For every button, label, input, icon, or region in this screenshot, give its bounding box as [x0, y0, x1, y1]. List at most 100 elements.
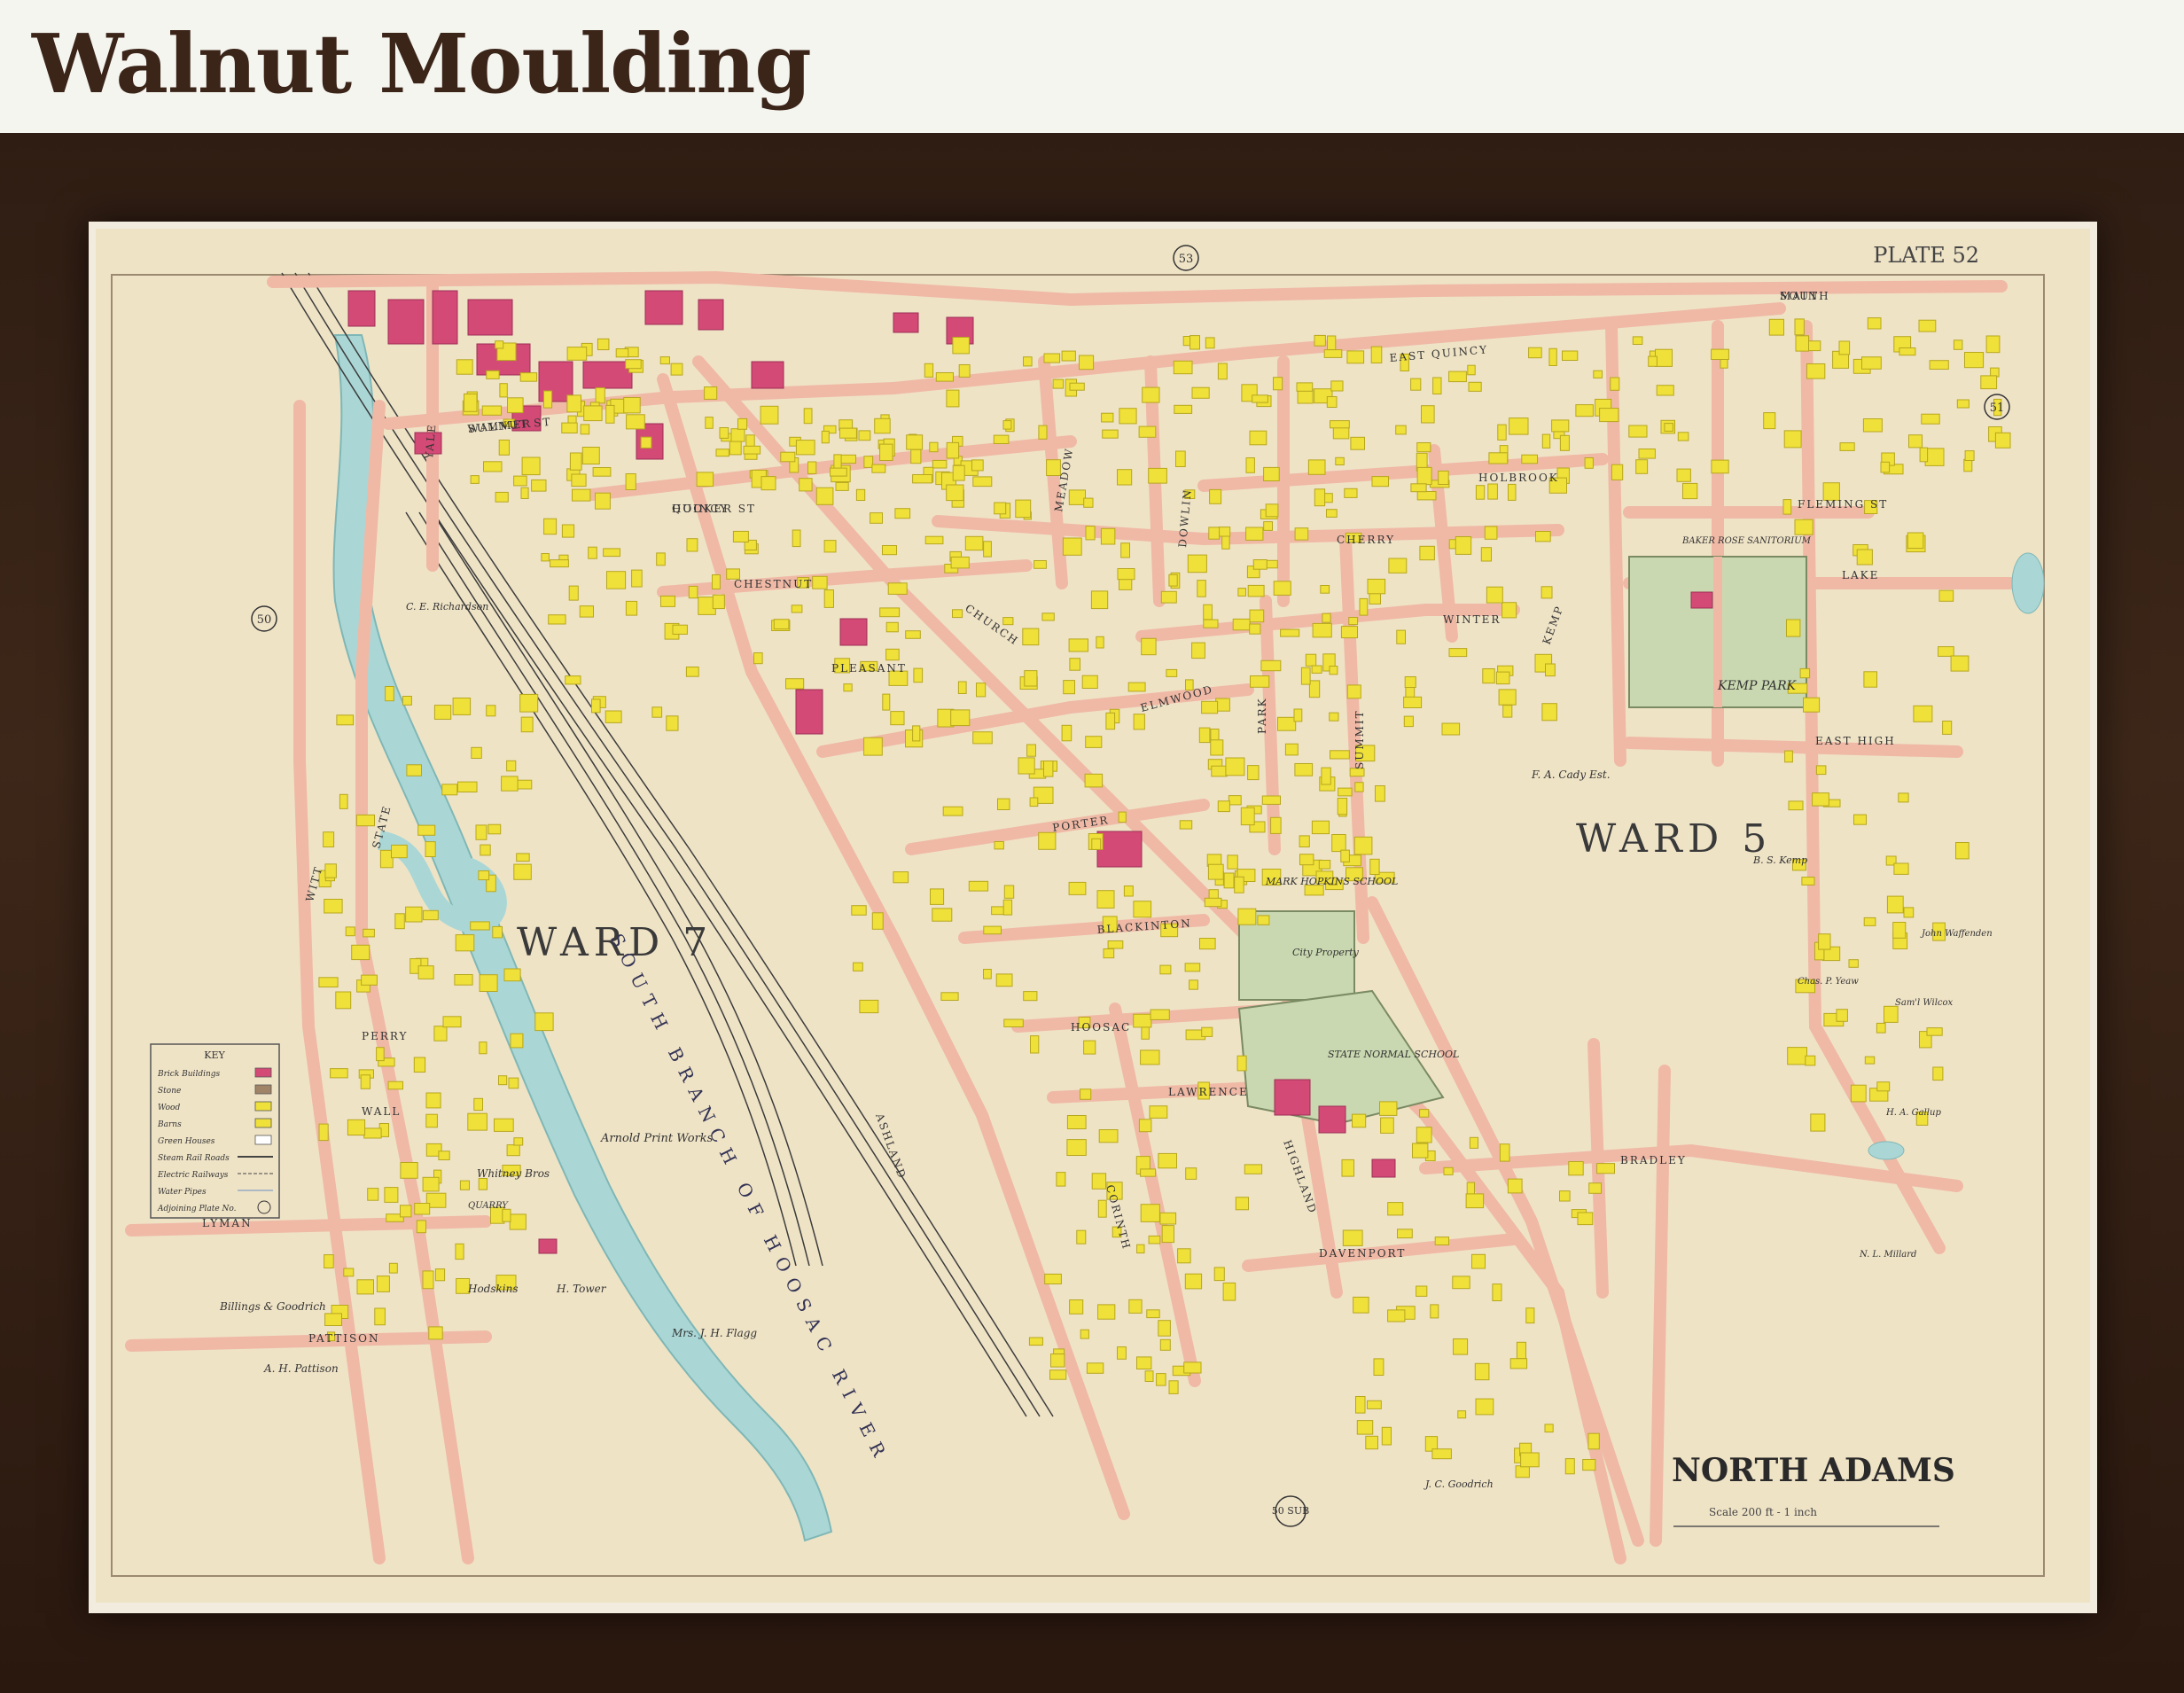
wood-building: [957, 681, 967, 694]
wood-building: [670, 363, 683, 376]
wood-building: [1097, 1304, 1116, 1320]
wood-building: [1217, 363, 1228, 380]
wood-building: [958, 364, 971, 378]
wood-building: [1210, 739, 1224, 756]
key-item-label: Wood: [158, 1104, 180, 1112]
wood-building: [361, 974, 378, 986]
wood-building: [339, 793, 348, 809]
wood-building: [428, 1326, 443, 1340]
wood-building: [1308, 680, 1321, 698]
wood-building: [1344, 488, 1358, 498]
wood-building: [566, 347, 588, 361]
wood-building: [890, 711, 905, 726]
wood-building: [1862, 418, 1883, 433]
wood-building: [1867, 317, 1882, 330]
ward-5-label: WARD 5: [1576, 816, 1772, 862]
wood-building: [591, 698, 601, 714]
wood-building: [1066, 1115, 1087, 1129]
wood-building: [1395, 425, 1407, 435]
wood-building: [1559, 1190, 1571, 1202]
adjoining-plate-51: 51: [1990, 402, 2005, 415]
wood-building: [405, 906, 423, 923]
wood-building: [1682, 482, 1698, 500]
wood-building: [785, 678, 805, 690]
wood-building: [1375, 785, 1385, 802]
wood-building: [400, 1162, 418, 1179]
wood-building: [839, 427, 857, 439]
wood-building: [1136, 1244, 1145, 1254]
wood-building: [1403, 715, 1414, 728]
wood-building: [696, 472, 714, 488]
wood-building: [516, 853, 530, 862]
wood-building: [506, 760, 517, 772]
wood-building: [1105, 712, 1116, 730]
wood-building: [935, 372, 954, 382]
place-label: QUARRY: [468, 1201, 509, 1211]
place-label: STATE NORMAL SCHOOL: [1328, 1049, 1459, 1060]
wood-building: [456, 359, 473, 375]
wood-building: [1559, 434, 1570, 451]
wood-building: [1938, 589, 1954, 602]
city-name: NORTH ADAMS: [1672, 1452, 1955, 1489]
wood-building: [513, 1137, 524, 1146]
wood-building: [433, 705, 452, 720]
wood-building: [1861, 356, 1882, 370]
wood-building: [1183, 1361, 1202, 1374]
wood-building: [1119, 408, 1137, 425]
page-title: Walnut Moulding: [32, 16, 812, 112]
wood-building: [1431, 1448, 1452, 1460]
wood-building: [363, 1127, 382, 1139]
wood-building: [492, 925, 503, 939]
wood-building: [1582, 1459, 1596, 1471]
wood-building: [1899, 347, 1916, 356]
wood-building: [625, 359, 642, 370]
wood-building: [737, 417, 748, 430]
wood-building: [318, 1123, 329, 1142]
wood-building: [464, 393, 478, 412]
wood-building: [1101, 412, 1114, 423]
wood-building: [1247, 584, 1265, 597]
wood-building: [1252, 559, 1268, 570]
wood-building: [1090, 590, 1109, 610]
wood-building: [885, 621, 899, 633]
wood-building: [946, 441, 960, 459]
wood-building: [534, 1012, 554, 1032]
wood-building: [520, 487, 529, 500]
wood-building: [874, 417, 891, 434]
wood-building: [510, 1033, 524, 1049]
place-label: J. C. Goodrich: [1424, 1478, 1494, 1490]
wood-building: [519, 372, 538, 382]
street-label: CHERRY: [1337, 534, 1395, 546]
wood-building: [1994, 432, 2011, 449]
wood-building: [640, 436, 652, 449]
wood-building: [566, 394, 582, 413]
wood-building: [502, 1208, 511, 1222]
wood-building: [1648, 355, 1658, 367]
wood-building: [712, 594, 725, 610]
wood-building: [1083, 497, 1094, 508]
wood-building: [1069, 1299, 1084, 1315]
wood-building: [571, 473, 587, 488]
wood-building: [402, 696, 412, 706]
wood-building: [1397, 1229, 1413, 1239]
wood-building: [932, 908, 953, 922]
wood-building: [1892, 922, 1907, 939]
wood-building: [1146, 1309, 1160, 1319]
wood-building: [1338, 787, 1353, 797]
wood-building: [388, 1262, 398, 1274]
wood-building: [1257, 915, 1270, 925]
place-label: City Property: [1292, 947, 1360, 958]
wood-building: [1133, 901, 1152, 918]
wood-building: [1370, 346, 1383, 364]
street-label: HOLBROOK: [1478, 472, 1559, 484]
wood-building: [1118, 811, 1127, 823]
wood-building: [1245, 457, 1255, 473]
wood-building: [1794, 318, 1805, 336]
wood-building: [870, 512, 883, 524]
wood-building: [417, 965, 434, 979]
wood-building: [494, 1118, 514, 1132]
wood-building: [376, 1276, 390, 1292]
wood-building: [1144, 1370, 1154, 1382]
wood-building: [1528, 347, 1542, 359]
wood-building: [950, 556, 970, 569]
